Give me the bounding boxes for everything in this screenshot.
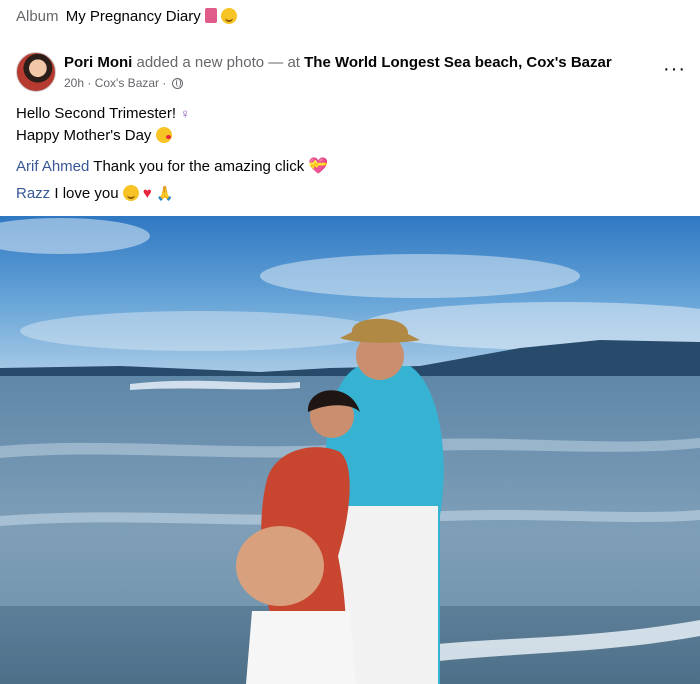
- book-emoji-icon: [204, 8, 217, 23]
- post-photo[interactable]: [0, 216, 700, 684]
- caption-text-2: Happy Mother's Day: [16, 127, 152, 144]
- post-location[interactable]: Cox's Bazar: [95, 76, 159, 90]
- album-name-link[interactable]: My Pregnancy Diary: [66, 8, 201, 25]
- folded-hands-emoji-icon: 🙏: [156, 185, 174, 201]
- female-sign-emoji-icon: ♀: [180, 106, 190, 121]
- post-meta: 20h · Cox's Bazar ·: [64, 76, 183, 90]
- hug-emoji-icon: [221, 8, 238, 24]
- caption-text-1: Hello Second Trimester!: [16, 105, 177, 122]
- more-options-button[interactable]: ···: [663, 58, 686, 81]
- beach-photo-illustration: [0, 216, 700, 684]
- caption-text-3: Thank you for the amazing click: [93, 158, 305, 175]
- globe-icon: [171, 78, 183, 89]
- caption-line-3: Arif Ahmed Thank you for the amazing cli…: [16, 156, 328, 176]
- caption-line-1: Hello Second Trimester! ♀: [16, 105, 190, 122]
- heart-emoji-icon: ♥: [142, 185, 152, 202]
- post-header: Pori Moni added a new photo — at The Wor…: [16, 52, 686, 96]
- author-name[interactable]: Pori Moni: [64, 54, 132, 71]
- album-line: Album My Pregnancy Diary: [16, 8, 238, 25]
- place-link[interactable]: The World Longest Sea beach, Cox's Bazar: [304, 54, 612, 71]
- avatar[interactable]: [16, 52, 56, 92]
- kiss-emoji-icon: [155, 127, 172, 143]
- hug-emoji-icon: [122, 185, 139, 201]
- post-action: added a new photo — at: [136, 54, 300, 71]
- heart-box-emoji-icon: 💝: [308, 158, 329, 175]
- caption-text-4: I love you: [54, 185, 119, 202]
- album-prefix: Album: [16, 8, 59, 25]
- mention-arif-ahmed[interactable]: Arif Ahmed: [16, 158, 89, 175]
- caption-line-2: Happy Mother's Day: [16, 127, 172, 144]
- post-time[interactable]: 20h: [64, 76, 84, 90]
- post-headline: Pori Moni added a new photo — at The Wor…: [64, 54, 612, 71]
- caption-line-4: Razz I love you ♥ 🙏: [16, 185, 173, 202]
- mention-razz[interactable]: Razz: [16, 185, 50, 202]
